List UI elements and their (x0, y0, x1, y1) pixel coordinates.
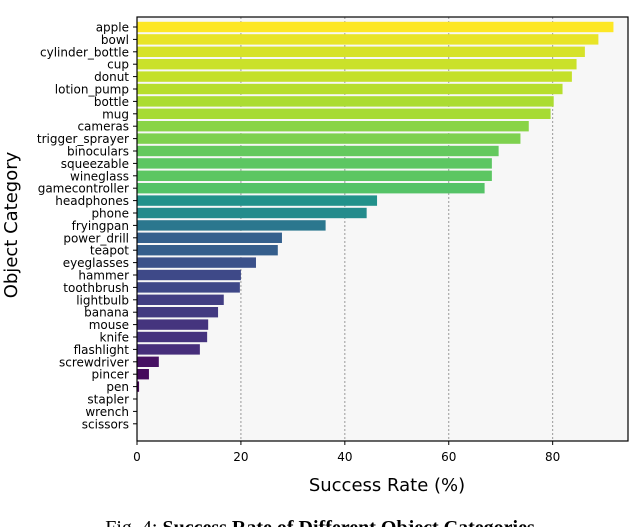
x-tick-label: 20 (233, 450, 248, 464)
bar-phone (137, 207, 367, 219)
bar-mouse (137, 319, 209, 330)
bar-lightbulb (137, 294, 224, 305)
bar-gamecontroller (137, 183, 485, 194)
bar-donut (137, 71, 572, 82)
bar-lotion_pump (137, 83, 563, 95)
bar-trigger_sprayer (137, 133, 521, 144)
bar-pincer (137, 369, 149, 380)
bar-flashlight (137, 344, 200, 355)
figure-caption: Fig. 4: Success Rate of Different Object… (105, 517, 535, 527)
bar-teapot (137, 245, 278, 256)
bar-mug (137, 108, 551, 119)
bar-hammer (137, 269, 241, 281)
bar-wineglass (137, 170, 492, 181)
bar-cameras (137, 121, 529, 132)
bar-screwdriver (137, 356, 159, 367)
bar-binoculars (137, 145, 499, 157)
bar-fryingpan (137, 220, 326, 231)
bar-power_drill (137, 232, 282, 243)
bar-cylinder_bottle (137, 46, 585, 57)
x-tick-label: 0 (133, 450, 141, 464)
bar-headphones (137, 195, 378, 206)
bar-cup (137, 59, 577, 70)
bar-bottle (137, 96, 554, 107)
y-axis-label: Object Category (1, 151, 22, 298)
x-tick-label: 40 (337, 450, 352, 464)
bar-chart: applebowlcylinder_bottlecupdonutlotion_p… (1, 16, 629, 527)
bar-apple (137, 21, 614, 33)
bar-eyeglasses (137, 257, 256, 268)
bar-bowl (137, 34, 599, 45)
y-tick-label: scissors (82, 417, 129, 431)
x-tick-label: 80 (545, 450, 560, 464)
bar-squeezable (137, 158, 492, 169)
bar-knife (137, 331, 208, 343)
bar-toothbrush (137, 282, 240, 293)
x-axis-label: Success Rate (%) (309, 475, 465, 496)
x-tick-label: 60 (441, 450, 456, 464)
bar-banana (137, 307, 219, 318)
